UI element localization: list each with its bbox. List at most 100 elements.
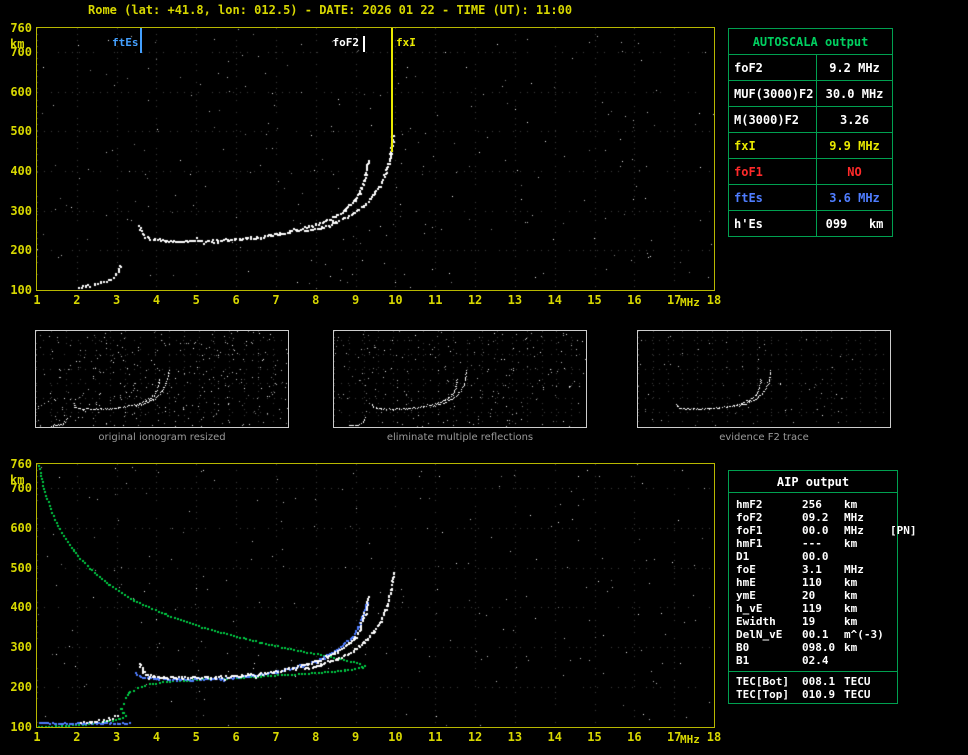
- aip-param-unit: MHz: [844, 511, 864, 524]
- aip-param-unit: km: [844, 576, 858, 589]
- window-title: Rome (lat: +41.8, lon: 012.5) - DATE: 20…: [88, 3, 573, 17]
- fxI-marker-line: [391, 28, 393, 152]
- aip-param-extra: [PN]: [890, 524, 917, 537]
- thumbnail-multiple-reflections-canvas: [334, 331, 586, 427]
- y-tick-label: 760: [10, 457, 32, 471]
- aip-row: D1 00.0: [729, 550, 897, 563]
- top-ionogram-canvas: [37, 28, 714, 290]
- thumbnail-original-ionogram: [35, 330, 289, 428]
- aip-param-name: D1: [736, 550, 750, 563]
- aip-row: foE 3.1 MHz: [729, 563, 897, 576]
- bottom-mhz-unit-label: MHz: [680, 733, 700, 746]
- y-tick-label: 500: [10, 560, 32, 575]
- aip-param-name: Ewidth: [736, 615, 776, 628]
- aip-row: B0 098.0 km: [729, 641, 897, 654]
- x-tick-label: 4: [152, 730, 161, 744]
- autoscala-row: ftEs 3.6 MHz: [729, 185, 892, 211]
- aip-row: TEC[Bot] 008.1 TECU: [729, 671, 897, 688]
- y-tick-label: 600: [10, 520, 32, 535]
- aip-row: hmF1 --- km: [729, 537, 897, 550]
- aip-param-value: 110: [802, 576, 822, 589]
- x-tick-label: 7: [272, 293, 280, 307]
- x-tick-label: 6: [232, 730, 240, 744]
- thumbnail-f2-trace: [637, 330, 891, 428]
- aip-param-value: 00.0: [802, 524, 829, 537]
- aip-param-extra: [890, 498, 897, 511]
- thumbnail-caption-reflections: eliminate multiple reflections: [386, 432, 534, 443]
- aip-param-extra: [890, 576, 897, 589]
- aip-param-extra: [890, 628, 897, 641]
- x-tick-label: 14: [547, 293, 562, 307]
- aip-row: hmF2 256 km: [729, 498, 897, 511]
- aip-param-unit: TECU: [844, 675, 871, 688]
- y-tick-label: 760: [10, 21, 32, 35]
- x-tick-label: 4: [152, 293, 161, 307]
- autoscala-row: fxI 9.9 MHz: [729, 133, 892, 159]
- x-tick-label: 18: [706, 293, 722, 307]
- aip-param-unit: [844, 654, 890, 667]
- x-tick-label: 10: [388, 293, 403, 307]
- x-tick-label: 11: [428, 730, 443, 744]
- autoscala-row-value: 9.2 MHz: [829, 60, 880, 75]
- x-tick-label: 2: [73, 730, 81, 744]
- autoscala-row: foF2 9.2 MHz: [729, 55, 892, 81]
- autoscala-row-label: fxI: [729, 133, 817, 158]
- x-tick-label: 6: [232, 293, 240, 307]
- aip-param-unit: km: [844, 615, 858, 628]
- autoscala-row-label: foF1: [729, 159, 817, 184]
- aip-param-unit: km: [844, 589, 858, 602]
- bottom-ionogram-panel: [36, 463, 715, 728]
- x-tick-label: 8: [312, 730, 320, 744]
- aip-row: foF1 00.0 MHz [PN]: [729, 524, 917, 537]
- autoscala-row: h'Es 099 km: [729, 211, 892, 236]
- aip-param-unit: km: [844, 498, 858, 511]
- thumbnail-multiple-reflections: [333, 330, 587, 428]
- autoscala-row: MUF(3000)F2 30.0 MHz: [729, 81, 892, 107]
- x-tick-label: 18: [706, 730, 722, 744]
- autoscala-row-label: h'Es: [729, 211, 817, 236]
- y-tick-label: 600: [10, 84, 32, 99]
- aip-param-value: 256: [802, 498, 822, 511]
- autoscala-row-label: ftEs: [729, 185, 817, 210]
- aip-param-name: TEC[Bot]: [736, 675, 789, 688]
- aip-param-value: 19: [802, 615, 816, 628]
- x-tick-label: 15: [587, 730, 602, 744]
- x-tick-label: 1: [33, 730, 41, 744]
- aip-param-unit: TECU: [844, 688, 871, 701]
- foF2-marker-label: foF2: [332, 36, 360, 49]
- aip-param-name: foF1: [736, 524, 763, 537]
- aip-param-extra: [890, 675, 897, 688]
- aip-param-extra: [890, 537, 897, 550]
- aip-param-unit: km: [844, 641, 858, 654]
- aip-param-extra: [890, 688, 897, 701]
- autoscala-output-table: AUTOSCALA output foF2 9.2 MHz MUF(3000)F2 3…: [728, 28, 893, 237]
- aip-param-unit: MHz: [844, 524, 864, 537]
- x-tick-label: 9: [351, 293, 360, 307]
- aip-param-extra: [890, 563, 897, 576]
- x-tick-label: 12: [467, 293, 483, 307]
- aip-param-value: 098.0: [802, 641, 836, 654]
- aip-param-unit: MHz: [844, 563, 864, 576]
- y-tick-label: 300: [10, 640, 32, 655]
- y-tick-label: 300: [10, 203, 32, 218]
- autoscala-row-value: 9.9 MHz: [829, 138, 880, 153]
- y-tick-label: 500: [10, 124, 32, 139]
- y-tick-label: 400: [10, 600, 32, 615]
- aip-param-extra: [890, 550, 897, 563]
- x-tick-label: 16: [627, 293, 642, 307]
- y-tick-label: 200: [10, 680, 32, 695]
- thumbnail-original-canvas: [36, 331, 288, 427]
- x-tick-label: 11: [428, 293, 443, 307]
- autoscala-row-label: foF2: [729, 55, 817, 80]
- autoscala-row-value: 3.6 MHz: [829, 190, 880, 205]
- x-tick-label: 5: [192, 293, 200, 307]
- aip-row: ymE 20 km: [729, 589, 897, 602]
- aip-param-unit: m^(-3): [844, 628, 884, 641]
- x-tick-label: 14: [547, 730, 562, 744]
- autoscala-row: M(3000)F2 3.26: [729, 107, 892, 133]
- aip-param-name: foE: [736, 563, 756, 576]
- aip-param-value: 010.9: [802, 688, 836, 701]
- aip-param-value: 3.1: [802, 563, 822, 576]
- bottom-ionogram-canvas: [37, 464, 714, 727]
- aip-param-unit: km: [844, 537, 858, 550]
